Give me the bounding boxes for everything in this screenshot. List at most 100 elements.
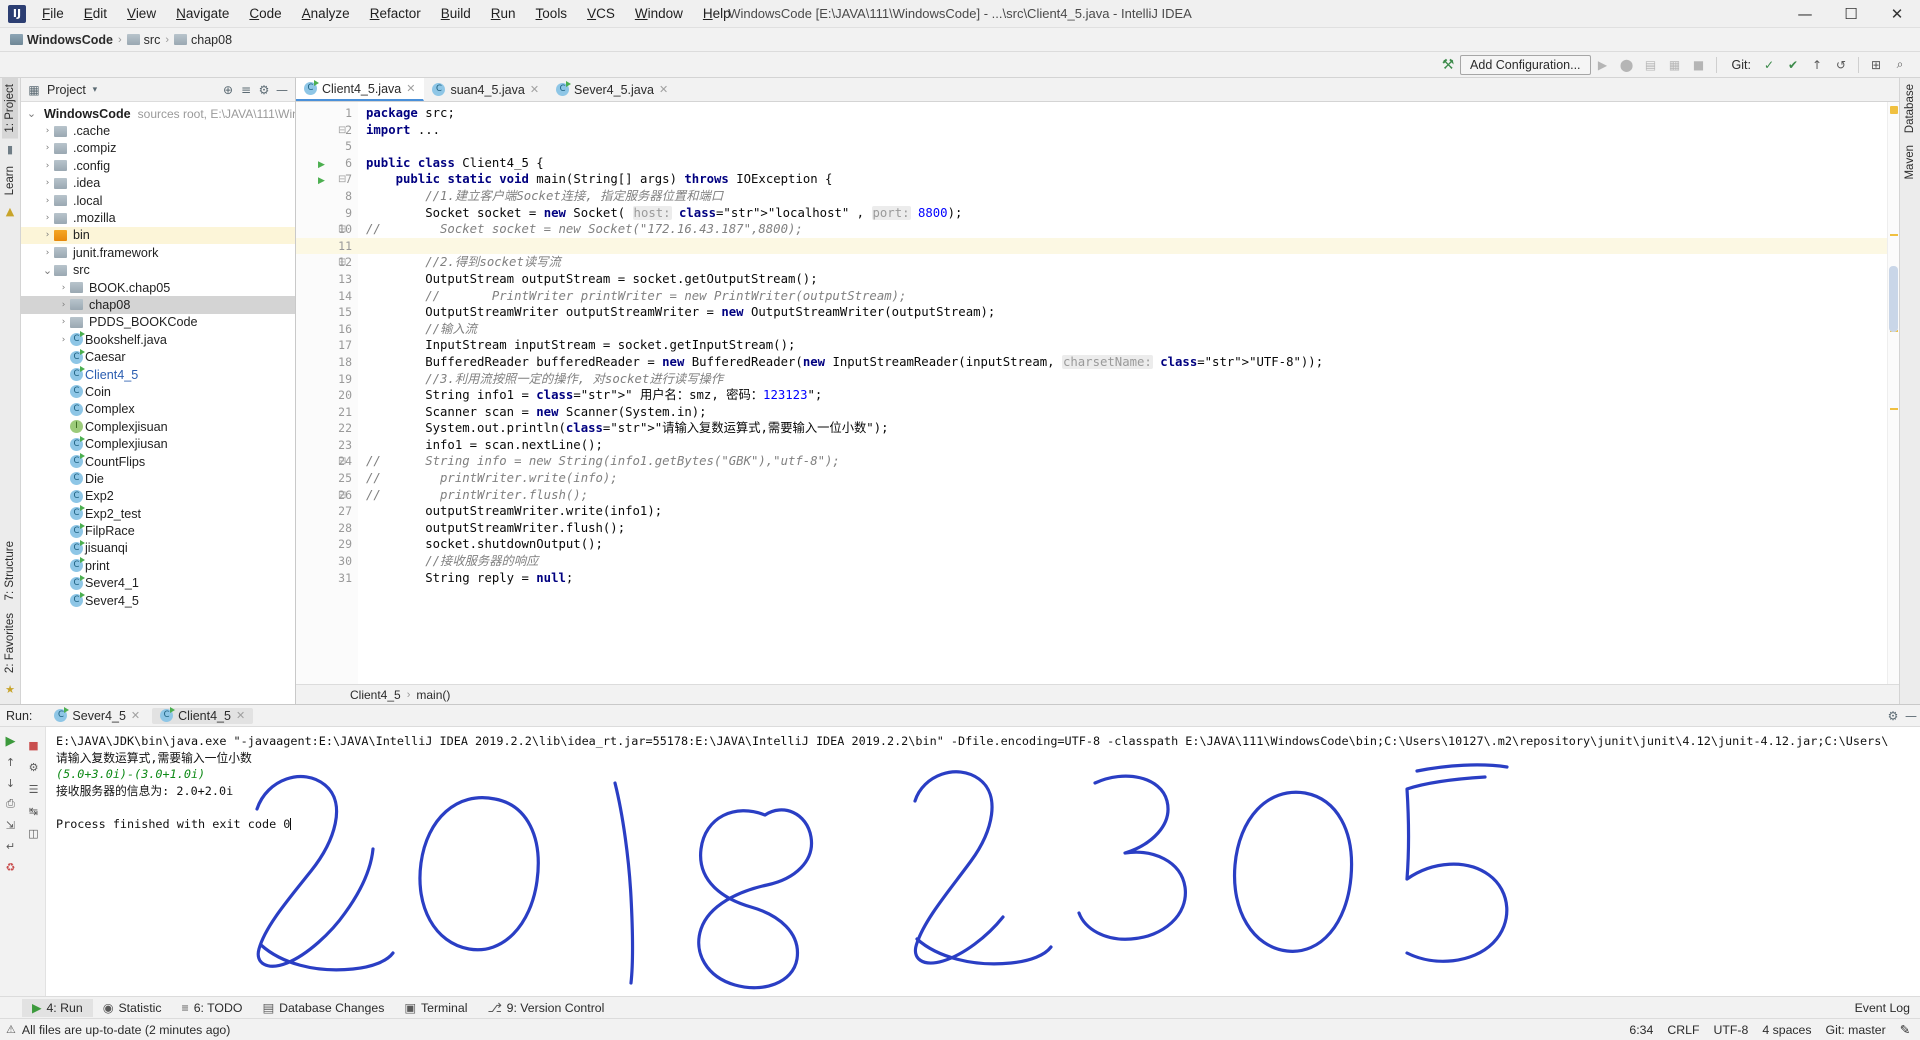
tree-node--config[interactable]: › .config [21, 157, 295, 174]
menu-item-refactor[interactable]: Refactor [360, 2, 431, 25]
tool-window-button-statistic[interactable]: ◉ Statistic [93, 999, 172, 1017]
sidebar-tab-project[interactable]: 1: Project [2, 78, 18, 139]
export-button[interactable]: ⇲ [0, 815, 22, 835]
menu-item-file[interactable]: File [32, 2, 74, 25]
locate-file-icon[interactable]: ⊕ [219, 83, 237, 97]
code-line-2[interactable]: import ... [358, 122, 1887, 139]
chevron-right-icon[interactable]: › [57, 283, 70, 293]
menu-item-analyze[interactable]: Analyze [292, 2, 360, 25]
code-line-24[interactable]: // String info = new String(info1.getByt… [358, 453, 1887, 470]
gutter-line-20[interactable]: 20 [296, 387, 358, 404]
tool-window-button-database-changes[interactable]: ▤ Database Changes [252, 999, 394, 1017]
fold-icon[interactable]: ⊟ [338, 222, 346, 239]
tree-node-pdds-bookcode[interactable]: › PDDS_BOOKCode [21, 314, 295, 331]
gutter-line-6[interactable]: ▶ 6 [296, 155, 358, 172]
tree-node-countflips[interactable]: C CountFlips [21, 453, 295, 470]
tree-node-bookshelf-java[interactable]: › C Bookshelf.java [21, 331, 295, 348]
chevron-down-icon[interactable]: ⌄ [25, 107, 38, 120]
code-content[interactable]: package src; import ... public class Clie… [358, 102, 1887, 684]
code-line-9[interactable]: Socket socket = new Socket( host: class=… [358, 205, 1887, 222]
collapse-all-icon[interactable]: ≡ [237, 83, 255, 97]
code-line-30[interactable]: //接收服务器的响应 [358, 553, 1887, 570]
run-button[interactable]: ▶ [1591, 54, 1615, 76]
soft-wrap-button[interactable]: ↹ [23, 801, 45, 821]
tree-node-complex[interactable]: C Complex [21, 401, 295, 418]
menu-item-help[interactable]: Help [693, 2, 741, 25]
run-settings-gear-icon[interactable]: ⚙ [1884, 709, 1902, 723]
git-commit-icon[interactable]: ✔ [1781, 54, 1805, 76]
git-update-icon[interactable]: ✓ [1757, 54, 1781, 76]
tree-node-coin[interactable]: C Coin [21, 383, 295, 400]
chevron-right-icon[interactable]: › [41, 248, 54, 258]
menu-item-run[interactable]: Run [481, 2, 526, 25]
fold-icon[interactable]: ⊟ [338, 123, 346, 140]
trash-icon[interactable]: ✎ [1900, 1023, 1910, 1037]
pin-button[interactable]: ☰ [23, 779, 45, 799]
gutter-line-25[interactable]: 25 [296, 470, 358, 487]
gutter-line-19[interactable]: 19 [296, 371, 358, 388]
run-tab-client4-5[interactable]: C Client4_5 ✕ [152, 707, 254, 724]
code-line-19[interactable]: //3.利用流按照一定的操作, 对socket进行读写操作 [358, 371, 1887, 388]
gutter-line-13[interactable]: 13 [296, 271, 358, 288]
sidebar-tab-structure[interactable]: 7: Structure [2, 535, 18, 606]
console-output[interactable]: E:\JAVA\JDK\bin\java.exe "-javaagent:E:\… [46, 727, 1920, 996]
layout-icon[interactable]: ⊞ [1864, 54, 1888, 76]
code-line-13[interactable]: OutputStream outputStream = socket.getOu… [358, 271, 1887, 288]
add-configuration-button[interactable]: Add Configuration... [1460, 54, 1591, 75]
tool-window-button-terminal[interactable]: ▣ Terminal [394, 999, 477, 1017]
chevron-right-icon[interactable]: › [41, 161, 54, 171]
tree-node-sever4-5[interactable]: C Sever4_5 [21, 592, 295, 609]
gutter-line-7[interactable]: ▶ ⊟ 7 [296, 171, 358, 188]
run-hide-icon[interactable]: — [1902, 709, 1920, 723]
code-line-6[interactable]: public class Client4_5 { [358, 155, 1887, 172]
gutter-line-1[interactable]: 1 [296, 105, 358, 122]
gutter-line-16[interactable]: 16 [296, 321, 358, 338]
stop-button[interactable]: ■ [1687, 54, 1711, 76]
gutter-line-28[interactable]: 28 [296, 520, 358, 537]
menu-item-view[interactable]: View [117, 2, 166, 25]
gear-icon[interactable]: ⚙ [255, 83, 273, 97]
fold-icon[interactable]: ⊟ [338, 172, 346, 189]
menu-item-vcs[interactable]: VCS [577, 2, 625, 25]
code-line-18[interactable]: BufferedReader bufferedReader = new Buff… [358, 354, 1887, 371]
tree-node--cache[interactable]: › .cache [21, 122, 295, 139]
code-line-17[interactable]: InputStream inputStream = socket.getInpu… [358, 337, 1887, 354]
scroll-down-button[interactable]: ↓ [0, 773, 22, 793]
clear-all-button[interactable]: ♻ [0, 857, 22, 877]
code-line-27[interactable]: outputStreamWriter.write(info1); [358, 503, 1887, 520]
gutter-line-17[interactable]: 17 [296, 337, 358, 354]
sidebar-tab-favorites[interactable]: 2: Favorites [2, 607, 18, 679]
gutter-line-21[interactable]: 21 [296, 404, 358, 421]
tree-node-windowscode[interactable]: ⌄ WindowsCode sources root, E:\JAVA\111\Wi… [21, 105, 295, 122]
code-line-12[interactable]: //2.得到socket读写流 [358, 254, 1887, 271]
menu-item-navigate[interactable]: Navigate [166, 2, 239, 25]
editor-tab-sever4-5-java[interactable]: C Sever4_5.java ✕ [548, 78, 677, 101]
code-line-28[interactable]: outputStreamWriter.flush(); [358, 520, 1887, 537]
code-line-1[interactable]: package src; [358, 105, 1887, 122]
rerun-button[interactable]: ▶ [0, 731, 22, 751]
code-editor[interactable]: 1 ⊟ 2 5 ▶ 6 ▶ ⊟ 7 8 9 ⊟ 10 11 ⊟ 12 13 14 15 16 17 18 19 20 21 22 2… [296, 102, 1887, 684]
gutter-line-30[interactable]: 30 [296, 553, 358, 570]
editor-breadcrumb-item-client4-5[interactable]: Client4_5 [350, 688, 401, 702]
tool-window-button-9-version-control[interactable]: ⎇ 9: Version Control [477, 999, 614, 1017]
tree-node-src[interactable]: ⌄ src [21, 262, 295, 279]
wrap-button[interactable]: ↵ [0, 836, 22, 856]
git-push-icon[interactable]: ↑ [1805, 54, 1829, 76]
editor-tab-suan4-5-java[interactable]: Csuan4_5.java ✕ [424, 78, 548, 101]
close-icon[interactable]: ✕ [530, 83, 539, 96]
editor-tab-client4-5-java[interactable]: C Client4_5.java ✕ [296, 78, 425, 101]
gutter-line-5[interactable]: 5 [296, 138, 358, 155]
tree-node-complexjiusan[interactable]: C Complexjiusan [21, 435, 295, 452]
minimize-button[interactable]: — [1782, 0, 1828, 27]
run-tab-sever4-5[interactable]: C Sever4_5 ✕ [46, 707, 148, 724]
breadcrumb-item-windowscode[interactable]: WindowsCode [10, 33, 113, 47]
tool-window-button-6-todo[interactable]: ≡ 6: TODO [172, 999, 253, 1017]
gutter-line-9[interactable]: 9 [296, 205, 358, 222]
chevron-right-icon[interactable]: › [57, 317, 70, 327]
tree-node-exp2[interactable]: C Exp2 [21, 488, 295, 505]
gutter-line-26[interactable]: ⊟ 26 [296, 487, 358, 504]
tree-node-bin[interactable]: › bin [21, 226, 295, 245]
chevron-right-icon[interactable]: › [41, 196, 54, 206]
tree-node--idea[interactable]: › .idea [21, 175, 295, 192]
tree-node-book-chap05[interactable]: › BOOK.chap05 [21, 279, 295, 296]
